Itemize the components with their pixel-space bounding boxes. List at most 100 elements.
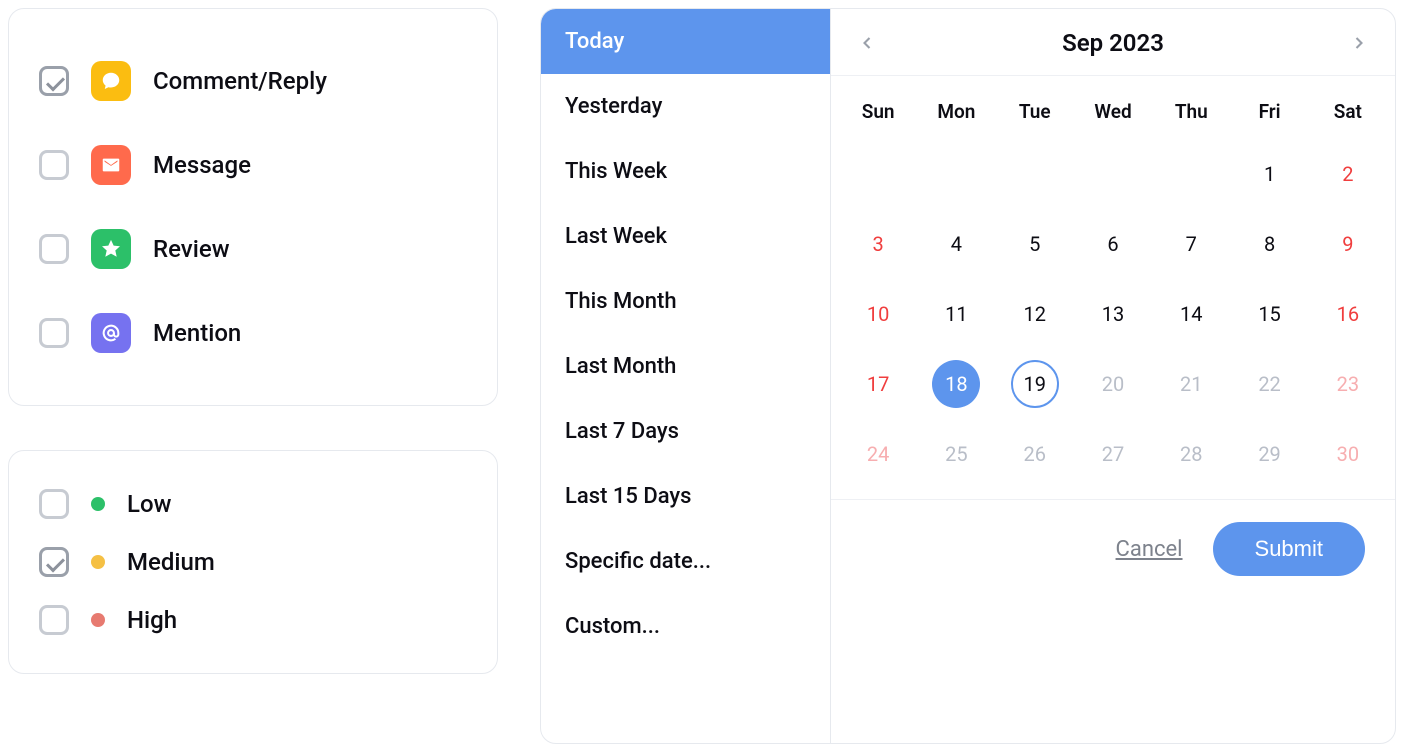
date-preset-item[interactable]: Last Month <box>541 334 830 399</box>
star-icon <box>91 229 131 269</box>
calendar-day-number: 27 <box>1089 430 1137 478</box>
calendar-day-number <box>1167 150 1215 198</box>
calendar-day[interactable]: 28 <box>1152 419 1230 489</box>
day-of-week-label: Fri <box>1230 100 1308 139</box>
calendar-day-number: 24 <box>854 430 902 478</box>
calendar-day[interactable]: 29 <box>1230 419 1308 489</box>
calendar-day <box>1152 139 1230 209</box>
priority-filter-item[interactable]: High <box>33 591 473 649</box>
calendar-day-number: 4 <box>932 220 980 268</box>
priority-filter-item[interactable]: Low <box>33 475 473 533</box>
day-of-week-label: Thu <box>1152 100 1230 139</box>
date-preset-item[interactable]: Last 7 Days <box>541 399 830 464</box>
calendar-day[interactable]: 14 <box>1152 279 1230 349</box>
mail-icon <box>91 145 131 185</box>
calendar-day-number: 12 <box>1011 290 1059 338</box>
type-filter-item[interactable]: Mention <box>33 291 473 375</box>
date-preset-item[interactable]: Last 15 Days <box>541 464 830 529</box>
calendar-day[interactable]: 18 <box>917 349 995 419</box>
checkbox[interactable] <box>39 150 69 180</box>
calendar-day-number <box>1011 150 1059 198</box>
type-filter-item[interactable]: Comment/Reply <box>33 39 473 123</box>
calendar-day-number: 14 <box>1167 290 1215 338</box>
calendar-day[interactable]: 8 <box>1230 209 1308 279</box>
calendar-day[interactable]: 6 <box>1074 209 1152 279</box>
priority-filter-label: High <box>127 606 177 634</box>
calendar-day-number: 29 <box>1246 430 1294 478</box>
date-preset-item[interactable]: Custom... <box>541 594 830 659</box>
day-of-week-label: Wed <box>1074 100 1152 139</box>
date-preset-item[interactable]: This Week <box>541 139 830 204</box>
calendar-day-number: 17 <box>854 360 902 408</box>
date-preset-item[interactable]: Last Week <box>541 204 830 269</box>
calendar-day[interactable]: 20 <box>1074 349 1152 419</box>
date-preset-item[interactable]: This Month <box>541 269 830 334</box>
calendar-day[interactable]: 12 <box>996 279 1074 349</box>
submit-button[interactable]: Submit <box>1213 522 1365 576</box>
calendar-title: Sep 2023 <box>1062 29 1164 57</box>
calendar-day[interactable]: 16 <box>1309 279 1387 349</box>
calendar-day[interactable]: 3 <box>839 209 917 279</box>
type-filter-item[interactable]: Review <box>33 207 473 291</box>
calendar-day-number: 22 <box>1246 360 1294 408</box>
checkbox[interactable] <box>39 605 69 635</box>
calendar-footer: Cancel Submit <box>831 499 1395 598</box>
calendar-day-number: 20 <box>1089 360 1137 408</box>
prev-month-button[interactable] <box>857 33 877 53</box>
checkbox[interactable] <box>39 547 69 577</box>
checkbox[interactable] <box>39 234 69 264</box>
calendar-day <box>839 139 917 209</box>
date-preset-list: TodayYesterdayThis WeekLast WeekThis Mon… <box>541 9 831 743</box>
type-filter-label: Review <box>153 235 230 263</box>
next-month-button[interactable] <box>1349 33 1369 53</box>
calendar-day[interactable]: 10 <box>839 279 917 349</box>
calendar-day <box>1074 139 1152 209</box>
type-filter-label: Comment/Reply <box>153 67 327 95</box>
calendar-day[interactable]: 27 <box>1074 419 1152 489</box>
priority-filter-label: Medium <box>127 548 215 576</box>
calendar-day-number: 25 <box>932 430 980 478</box>
date-preset-item[interactable]: Specific date... <box>541 529 830 594</box>
type-filter-item[interactable]: Message <box>33 123 473 207</box>
calendar-day-number: 6 <box>1089 220 1137 268</box>
calendar-day[interactable]: 9 <box>1309 209 1387 279</box>
date-preset-item[interactable]: Yesterday <box>541 74 830 139</box>
checkbox[interactable] <box>39 66 69 96</box>
calendar-day[interactable]: 30 <box>1309 419 1387 489</box>
calendar-day[interactable]: 23 <box>1309 349 1387 419</box>
calendar-day[interactable]: 1 <box>1230 139 1308 209</box>
calendar-day[interactable]: 26 <box>996 419 1074 489</box>
cancel-button[interactable]: Cancel <box>1116 537 1183 562</box>
calendar-day[interactable]: 25 <box>917 419 995 489</box>
checkbox[interactable] <box>39 489 69 519</box>
calendar-day[interactable]: 19 <box>996 349 1074 419</box>
calendar-day-number: 2 <box>1324 150 1372 198</box>
day-of-week-label: Sat <box>1309 100 1387 139</box>
calendar-day-number: 30 <box>1324 430 1372 478</box>
chat-icon <box>91 61 131 101</box>
calendar-day-number <box>854 150 902 198</box>
calendar-day[interactable]: 4 <box>917 209 995 279</box>
calendar-day[interactable]: 22 <box>1230 349 1308 419</box>
calendar-day-number: 19 <box>1011 360 1059 408</box>
calendar-day[interactable]: 7 <box>1152 209 1230 279</box>
calendar-day[interactable]: 13 <box>1074 279 1152 349</box>
priority-dot-icon <box>91 555 105 569</box>
calendar-day[interactable]: 21 <box>1152 349 1230 419</box>
date-preset-item[interactable]: Today <box>541 9 830 74</box>
calendar-day[interactable]: 17 <box>839 349 917 419</box>
calendar-day[interactable]: 15 <box>1230 279 1308 349</box>
calendar-day-number <box>1089 150 1137 198</box>
calendar-day <box>996 139 1074 209</box>
checkbox[interactable] <box>39 318 69 348</box>
calendar-day[interactable]: 2 <box>1309 139 1387 209</box>
priority-dot-icon <box>91 497 105 511</box>
calendar-pane: Sep 2023 SunMonTueWedThuFriSat1234567891… <box>831 9 1395 743</box>
calendar-day[interactable]: 24 <box>839 419 917 489</box>
calendar-body: SunMonTueWedThuFriSat1234567891011121314… <box>831 76 1395 499</box>
calendar-day-number: 1 <box>1246 150 1294 198</box>
calendar-day[interactable]: 11 <box>917 279 995 349</box>
priority-filter-item[interactable]: Medium <box>33 533 473 591</box>
calendar-day[interactable]: 5 <box>996 209 1074 279</box>
day-of-week-label: Mon <box>917 100 995 139</box>
